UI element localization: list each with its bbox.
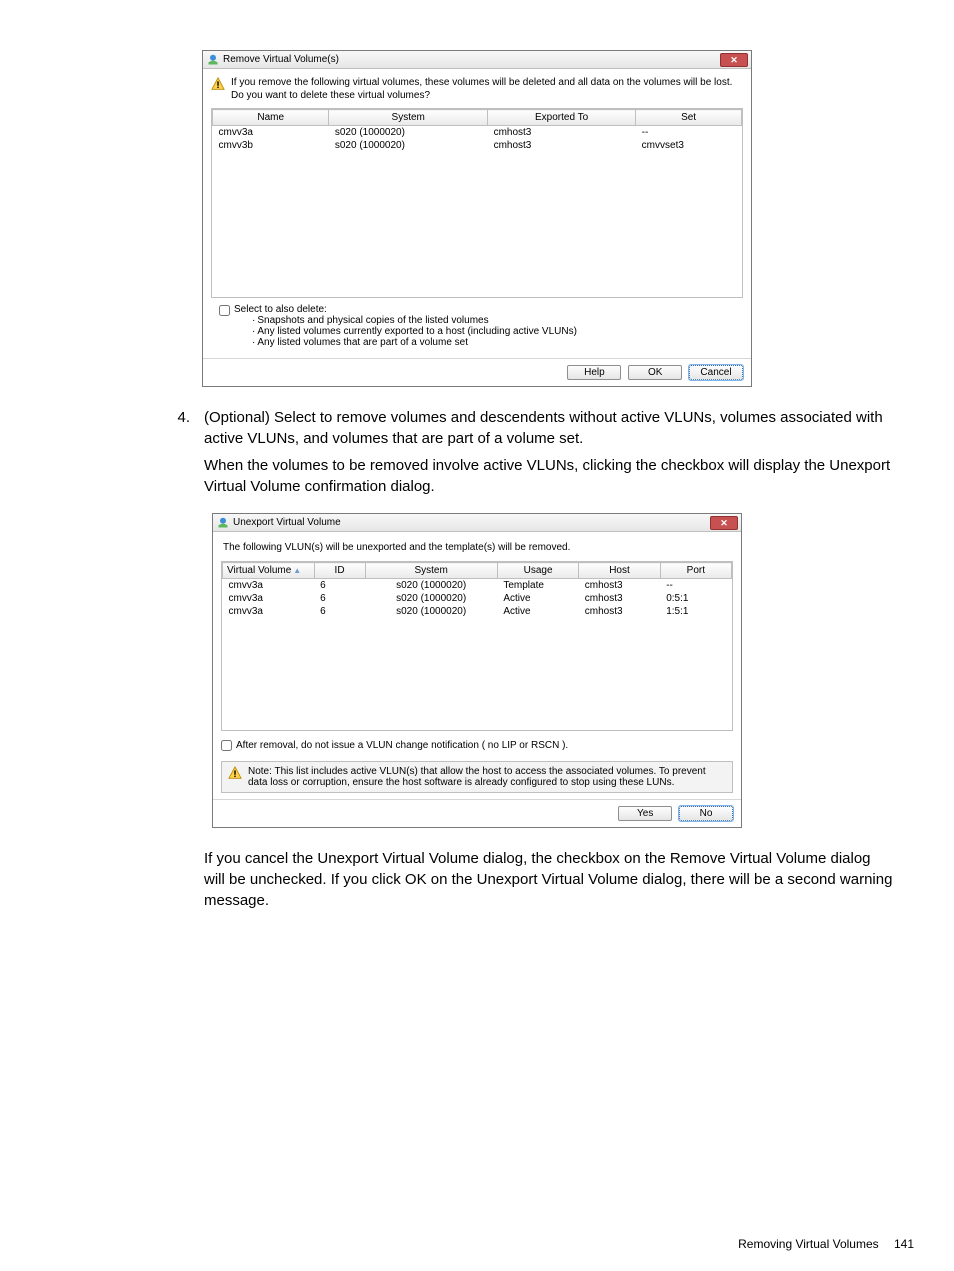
volumes-table: Name System Exported To Set cmvv3a s020 …	[212, 109, 742, 152]
cell-system: s020 (1000020)	[365, 592, 497, 605]
table-header-row: Name System Exported To Set	[213, 110, 742, 126]
close-icon[interactable]: ✕	[720, 53, 748, 67]
cell-vv: cmvv3a	[223, 579, 315, 593]
cell-port: --	[660, 579, 731, 593]
document-page: Remove Virtual Volume(s) ✕ If you remove…	[0, 0, 954, 1271]
cell-system: s020 (1000020)	[329, 139, 488, 152]
cell-vv: cmvv3a	[223, 605, 315, 618]
cell-set: cmvvset3	[636, 139, 742, 152]
warning-text: If you remove the following virtual volu…	[231, 77, 732, 102]
col-usage[interactable]: Usage	[497, 563, 578, 579]
table-wrap: Name System Exported To Set cmvv3a s020 …	[211, 108, 743, 298]
table-header-row: Virtual Volume▲ ID System Usage Host Por…	[223, 563, 732, 579]
step-text: (Optional) Select to remove volumes and …	[204, 407, 934, 449]
paragraph-after-dialog2: If you cancel the Unexport Virtual Volum…	[204, 848, 934, 911]
footer-section: Removing Virtual Volumes	[738, 1237, 879, 1251]
dialog-titlebar[interactable]: Remove Virtual Volume(s) ✕	[203, 51, 751, 69]
col-vv-label: Virtual Volume	[227, 565, 291, 576]
warning-row: If you remove the following virtual volu…	[211, 77, 743, 102]
sort-asc-icon: ▲	[293, 566, 301, 575]
cell-system: s020 (1000020)	[365, 579, 497, 593]
help-button[interactable]: Help	[567, 365, 621, 380]
cell-vv: cmvv3a	[223, 592, 315, 605]
dialog-titlebar[interactable]: Unexport Virtual Volume ✕	[213, 514, 741, 532]
table-row[interactable]: cmvv3a 6 s020 (1000020) Active cmhost3 1…	[223, 605, 732, 618]
also-delete-label: Select to also delete:	[234, 304, 327, 315]
cell-exported: cmhost3	[488, 139, 636, 152]
cell-id: 6	[314, 605, 365, 618]
col-system[interactable]: System	[365, 563, 497, 579]
table-row[interactable]: cmvv3a 6 s020 (1000020) Template cmhost3…	[223, 579, 732, 593]
unexport-virtual-volume-dialog: Unexport Virtual Volume ✕ The following …	[212, 513, 742, 828]
close-icon[interactable]: ✕	[710, 516, 738, 530]
bullet-item: Any listed volumes currently exported to…	[252, 326, 577, 337]
bullet-item: Snapshots and physical copies of the lis…	[252, 315, 577, 326]
cell-host: cmhost3	[579, 592, 660, 605]
cell-usage: Template	[497, 579, 578, 593]
warning-line1: If you remove the following virtual volu…	[231, 77, 732, 88]
cell-name: cmvv3a	[213, 126, 329, 140]
cell-usage: Active	[497, 592, 578, 605]
col-name[interactable]: Name	[213, 110, 329, 126]
col-port[interactable]: Port	[660, 563, 731, 579]
button-bar: Yes No	[213, 799, 741, 827]
col-host[interactable]: Host	[579, 563, 660, 579]
cell-port: 0:5:1	[660, 592, 731, 605]
ok-button[interactable]: OK	[628, 365, 682, 380]
after-removal-label: After removal, do not issue a VLUN chang…	[236, 740, 568, 751]
cell-id: 6	[314, 579, 365, 593]
intro-text: The following VLUN(s) will be unexported…	[221, 540, 733, 561]
col-id[interactable]: ID	[314, 563, 365, 579]
cell-host: cmhost3	[579, 605, 660, 618]
footer-page-number: 141	[894, 1237, 914, 1251]
col-exported[interactable]: Exported To	[488, 110, 636, 126]
page-footer: Removing Virtual Volumes 141	[738, 1237, 914, 1251]
note-block: Note: This list includes active VLUN(s) …	[221, 761, 733, 793]
col-set[interactable]: Set	[636, 110, 742, 126]
app-icon	[217, 517, 229, 529]
warning-line2: Do you want to delete these virtual volu…	[231, 90, 430, 101]
also-delete-bullets: Snapshots and physical copies of the lis…	[234, 315, 577, 348]
yes-button[interactable]: Yes	[618, 806, 672, 821]
col-virtual-volume[interactable]: Virtual Volume▲	[223, 563, 315, 579]
cell-set: --	[636, 126, 742, 140]
warning-icon	[211, 77, 225, 91]
table-row[interactable]: cmvv3b s020 (1000020) cmhost3 cmvvset3	[213, 139, 742, 152]
note-text: Note: This list includes active VLUN(s) …	[248, 766, 726, 788]
table-row[interactable]: cmvv3a s020 (1000020) cmhost3 --	[213, 126, 742, 140]
table-wrap: Virtual Volume▲ ID System Usage Host Por…	[221, 561, 733, 731]
cell-port: 1:5:1	[660, 605, 731, 618]
table-row[interactable]: cmvv3a 6 s020 (1000020) Active cmhost3 0…	[223, 592, 732, 605]
bullet-item: Any listed volumes that are part of a vo…	[252, 337, 577, 348]
no-button[interactable]: No	[679, 806, 733, 821]
step-number: 4.	[160, 407, 190, 449]
step-4: 4. (Optional) Select to remove volumes a…	[160, 407, 934, 449]
cell-exported: cmhost3	[488, 126, 636, 140]
cell-system: s020 (1000020)	[329, 126, 488, 140]
also-delete-row: Select to also delete: Snapshots and phy…	[211, 298, 743, 354]
cell-id: 6	[314, 592, 365, 605]
remove-virtual-volume-dialog: Remove Virtual Volume(s) ✕ If you remove…	[202, 50, 752, 387]
after-removal-row: After removal, do not issue a VLUN chang…	[213, 735, 741, 755]
dialog-body: If you remove the following virtual volu…	[203, 69, 751, 358]
button-bar: Help OK Cancel	[203, 358, 751, 386]
cell-usage: Active	[497, 605, 578, 618]
cancel-button[interactable]: Cancel	[689, 365, 743, 380]
after-removal-checkbox[interactable]	[221, 740, 232, 751]
cell-host: cmhost3	[579, 579, 660, 593]
warning-icon	[228, 766, 242, 780]
dialog-title: Unexport Virtual Volume	[233, 517, 341, 528]
col-system[interactable]: System	[329, 110, 488, 126]
dialog-body: The following VLUN(s) will be unexported…	[213, 532, 741, 735]
cell-system: s020 (1000020)	[365, 605, 497, 618]
step-4-para2: When the volumes to be removed involve a…	[204, 455, 934, 497]
dialog-title: Remove Virtual Volume(s)	[223, 54, 339, 65]
vluns-table: Virtual Volume▲ ID System Usage Host Por…	[222, 562, 732, 618]
app-icon	[207, 54, 219, 66]
cell-name: cmvv3b	[213, 139, 329, 152]
also-delete-checkbox[interactable]	[219, 305, 230, 316]
